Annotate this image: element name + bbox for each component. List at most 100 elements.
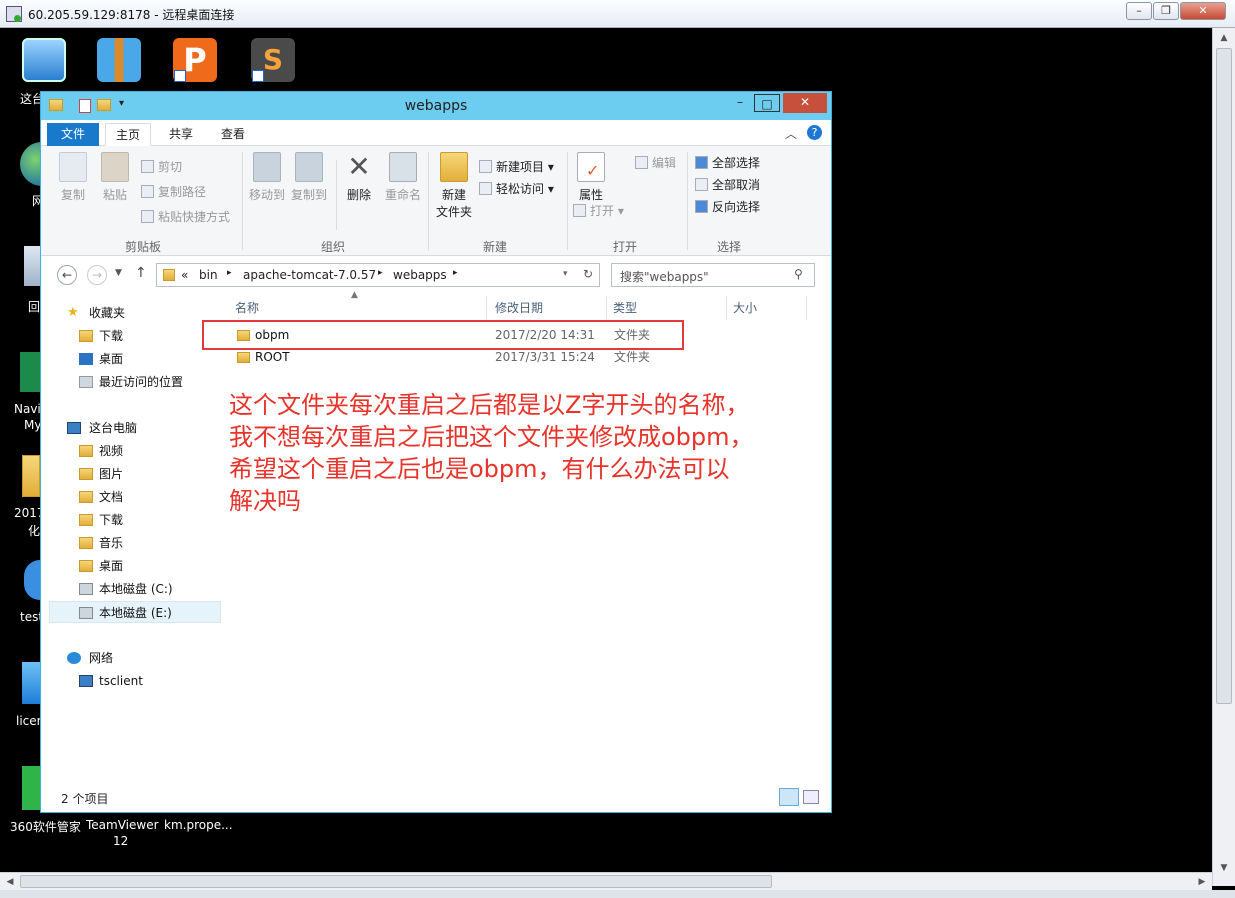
item-count: 2 个项目 xyxy=(61,792,109,806)
address-box[interactable]: « bin ▸ apache-tomcat-7.0.57 ▸ webapps ▸… xyxy=(156,263,600,287)
help-icon[interactable]: ? xyxy=(807,125,822,140)
scroll-thumb[interactable] xyxy=(20,875,772,888)
nav-drive-c[interactable]: 本地磁盘 (C:) xyxy=(49,578,221,600)
search-icon[interactable]: ⚲ xyxy=(794,267,803,281)
ribbon-separator xyxy=(428,152,429,250)
tab-view[interactable]: 查看 xyxy=(211,123,255,146)
search-box[interactable]: 搜索"webapps" ⚲ xyxy=(611,263,815,287)
open-icon xyxy=(573,204,586,217)
nav-documents[interactable]: 文档 xyxy=(49,486,221,508)
nav-pictures[interactable]: 图片 xyxy=(49,463,221,485)
nav-tsclient[interactable]: tsclient xyxy=(49,670,221,692)
scroll-down-icon[interactable]: ▼ xyxy=(1216,860,1232,876)
explorer-minimize-button[interactable]: – xyxy=(727,93,753,113)
rdp-horizontal-scrollbar[interactable]: ◀ ▶ xyxy=(0,872,1212,890)
recent-locations-icon[interactable]: ▼ xyxy=(115,268,122,278)
rdp-minimize-button[interactable]: – xyxy=(1126,2,1152,20)
shortcut-arrow-icon xyxy=(252,70,264,82)
breadcrumb-overflow[interactable]: « xyxy=(181,268,188,282)
annotation-line: 我不想每次重启之后把这个文件夹修改成obpm， xyxy=(229,423,754,451)
nav-recent[interactable]: 最近访问的位置 xyxy=(49,371,221,393)
archive-app-icon[interactable] xyxy=(97,38,141,82)
back-button[interactable]: ← xyxy=(57,265,77,285)
tab-home[interactable]: 主页 xyxy=(105,123,152,146)
breadcrumb-separator[interactable]: ▸ xyxy=(378,268,383,278)
up-arrow-icon[interactable]: ↑ xyxy=(135,265,147,281)
copy-button[interactable]: 复制 xyxy=(55,152,91,203)
easy-access-button[interactable]: 轻松访问 ▾ xyxy=(479,180,554,197)
rename-button[interactable]: 重命名 xyxy=(381,152,425,203)
nav-downloads[interactable]: 下载 xyxy=(49,325,221,347)
breadcrumb-bin[interactable]: bin xyxy=(199,268,218,282)
paste-shortcut-icon xyxy=(141,210,154,223)
column-header-type[interactable]: 类型 xyxy=(607,296,727,320)
breadcrumb-separator[interactable]: ▸ xyxy=(453,268,458,278)
large-icons-view-icon[interactable] xyxy=(803,790,819,804)
nav-desktop-pc[interactable]: 桌面 xyxy=(49,555,221,577)
license-file-icon[interactable] xyxy=(22,662,40,704)
select-none-button[interactable]: 全部取消 xyxy=(695,176,760,193)
column-header-name[interactable]: 名称 xyxy=(229,296,487,320)
collapse-ribbon-icon[interactable]: ︿ xyxy=(785,125,797,142)
new-item-icon xyxy=(479,160,492,173)
properties-button[interactable]: ✓ 属性 xyxy=(573,152,609,203)
properties-icon: ✓ xyxy=(577,152,605,182)
copy-to-button[interactable]: 复制到 xyxy=(289,152,329,203)
scroll-right-icon[interactable]: ▶ xyxy=(1194,874,1210,890)
computer-icon[interactable] xyxy=(22,38,66,82)
network-globe-icon[interactable] xyxy=(20,142,42,186)
ribbon: 复制 粘贴 剪切 复制路径 粘贴快捷方式 剪贴板 移动到 复制到 ✕ 删除 重命名… xyxy=(41,146,831,256)
nav-desktop[interactable]: 桌面 xyxy=(49,348,221,370)
tab-share[interactable]: 共享 xyxy=(159,123,203,146)
paste-shortcut-button[interactable]: 粘贴快捷方式 xyxy=(141,208,230,225)
nav-this-pc[interactable]: 这台电脑 xyxy=(49,417,221,439)
column-header-date[interactable]: 修改日期 xyxy=(489,296,607,320)
open-button[interactable]: 打开 ▾ xyxy=(573,202,624,219)
details-view-icon[interactable] xyxy=(779,788,799,806)
nav-videos[interactable]: 视频 xyxy=(49,440,221,462)
file-row-root[interactable]: ROOT 2017/3/31 15:24 文件夹 xyxy=(215,347,805,368)
explorer-close-button[interactable]: ✕ xyxy=(783,93,827,113)
nav-drive-e[interactable]: 本地磁盘 (E:) xyxy=(49,601,221,623)
move-to-button[interactable]: 移动到 xyxy=(247,152,287,203)
scroll-thumb[interactable] xyxy=(1216,48,1232,704)
scroll-left-icon[interactable]: ◀ xyxy=(2,874,18,890)
nav-music[interactable]: 音乐 xyxy=(49,532,221,554)
nav-network[interactable]: 网络 xyxy=(49,647,221,669)
nav-favorites[interactable]: ★ 收藏夹 xyxy=(49,302,221,324)
rdp-vertical-scrollbar[interactable]: ▲ ▼ xyxy=(1212,28,1235,886)
paste-button[interactable]: 粘贴 xyxy=(97,152,133,203)
invert-selection-button[interactable]: 反向选择 xyxy=(695,198,760,215)
column-header-size[interactable]: 大小 xyxy=(727,296,807,320)
cut-button[interactable]: 剪切 xyxy=(141,158,182,175)
rdp-close-button[interactable]: ✕ xyxy=(1180,2,1226,20)
copy-path-button[interactable]: 复制路径 xyxy=(141,183,206,200)
breadcrumb-tomcat[interactable]: apache-tomcat-7.0.57 xyxy=(243,268,376,282)
recycle-bin-icon[interactable] xyxy=(24,246,40,286)
folder-icon xyxy=(237,352,250,363)
navicat-icon[interactable] xyxy=(20,352,40,392)
refresh-icon[interactable]: ↻ xyxy=(583,267,593,281)
breadcrumb-webapps[interactable]: webapps xyxy=(393,268,447,282)
ie-icon[interactable] xyxy=(24,560,40,600)
delete-button[interactable]: ✕ 删除 xyxy=(341,152,377,203)
new-folder-button[interactable]: 新建 文件夹 xyxy=(433,152,475,220)
select-all-button[interactable]: 全部选择 xyxy=(695,154,760,171)
computer-icon xyxy=(79,675,93,687)
nav-label: 本地磁盘 (C:) xyxy=(99,582,173,596)
explorer-maximize-button[interactable]: □ xyxy=(754,94,780,112)
tab-file[interactable]: 文件 xyxy=(47,123,100,146)
edit-button[interactable]: 编辑 xyxy=(635,154,676,171)
new-item-button[interactable]: 新建项目 ▾ xyxy=(479,158,554,175)
search-input[interactable]: 搜索"webapps" xyxy=(620,268,709,285)
breadcrumb-separator[interactable]: ▸ xyxy=(227,268,232,278)
easy-access-label: 轻松访问 ▾ xyxy=(496,182,554,196)
folder-icon[interactable] xyxy=(22,455,40,497)
nav-downloads-pc[interactable]: 下载 xyxy=(49,509,221,531)
forward-button[interactable]: → xyxy=(87,265,107,285)
360-manager-icon[interactable] xyxy=(22,766,40,810)
address-dropdown-icon[interactable]: ▾ xyxy=(563,269,568,279)
rdp-restore-button[interactable]: ❐ xyxy=(1153,2,1179,20)
desktop-label: Navi xyxy=(14,402,41,416)
scroll-up-icon[interactable]: ▲ xyxy=(1216,30,1232,46)
